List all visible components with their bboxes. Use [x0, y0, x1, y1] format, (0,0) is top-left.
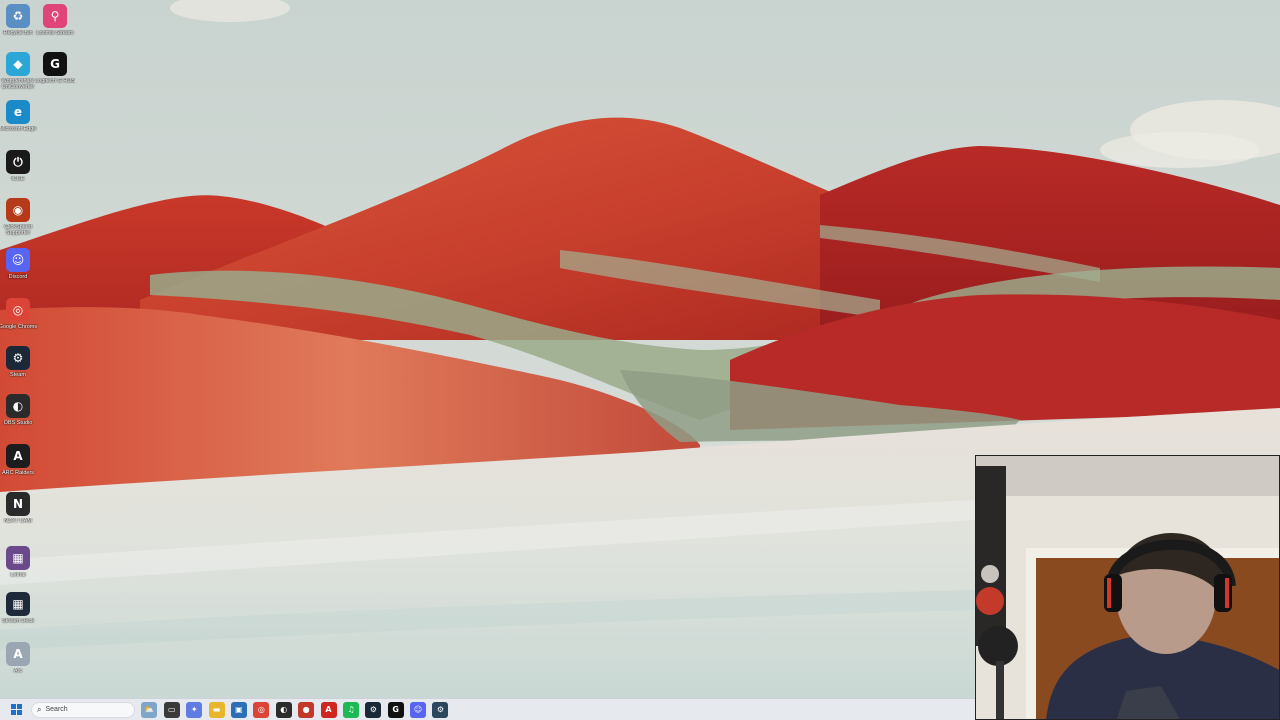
arc-raiders-icon: A [6, 444, 30, 468]
game-icon: ▦ [6, 546, 30, 570]
desktop-shortcut-label: Recycle Bin [3, 30, 33, 36]
desktop-shortcut[interactable]: ▦ Stream Deck [0, 592, 36, 624]
clickspeed-icon: ◉ [6, 198, 30, 222]
adobe-icon[interactable]: A [320, 701, 337, 718]
spotify-icon[interactable]: ♫ [342, 701, 359, 718]
desktop-shortcut-label: Discord [8, 274, 28, 280]
webcam-feed [976, 456, 1279, 719]
discord-icon[interactable]: ☺ [410, 701, 427, 718]
desktop-shortcut[interactable]: ⏻ iCUE [0, 150, 36, 182]
desktop-shortcut[interactable]: ◆ Wondershare UniConverter [0, 52, 36, 91]
desktop-shortcut-label: Logitech G HUB [35, 78, 75, 84]
discord-icon: ☺ [6, 248, 30, 272]
desktop-shortcut[interactable]: ⚲ Loomis Stream [36, 4, 74, 36]
wondershare-icon: ◆ [6, 52, 30, 76]
steam-icon: ⚙ [6, 346, 30, 370]
desktop-shortcut[interactable]: ◎ Google Chrome [0, 298, 38, 330]
desktop-shortcut-label: ARC Raiders [1, 470, 35, 476]
webcam-overlay [975, 455, 1280, 720]
desktop-shortcut[interactable]: A Arc [0, 642, 36, 674]
map-pin-icon: ⚲ [43, 4, 67, 28]
desktop-shortcut[interactable]: ◉ ClickSpeed Supporter [0, 198, 36, 237]
edge-icon: e [6, 100, 30, 124]
desktop-shortcut-label: OBS Studio [3, 420, 33, 426]
taskbar-apps: ⛅ ▭ ✦ ▬ ▣ ◎ ◐ ● A ♫ ⚙ G ☺ ⚙ [135, 701, 449, 718]
desktop-shortcut[interactable]: ◐ OBS Studio [0, 394, 36, 426]
font-a-icon: A [6, 642, 30, 666]
icue-icon: ⏻ [6, 150, 30, 174]
desktop-shortcut[interactable]: e Microsoft Edge [0, 100, 36, 132]
desktop-shortcut[interactable]: ▦ Lethal [0, 546, 36, 578]
desktop-shortcut-label: Loomis Stream [36, 30, 74, 36]
store-icon[interactable]: ▣ [230, 701, 247, 718]
start-button[interactable] [5, 699, 27, 720]
steam-2-icon[interactable]: ⚙ [432, 701, 449, 718]
obs-icon: ◐ [6, 394, 30, 418]
desktop-shortcut[interactable]: ☺ Discord [0, 248, 36, 280]
chrome-icon: ◎ [6, 298, 30, 322]
nzxt-icon: N [6, 492, 30, 516]
desktop-shortcut[interactable]: A ARC Raiders [0, 444, 36, 476]
desktop-shortcut-label: Lethal [10, 572, 26, 578]
obs-icon[interactable]: ◐ [275, 701, 292, 718]
desktop-shortcut-label: Microsoft Edge [0, 126, 37, 132]
logitech-g-icon[interactable]: G [387, 701, 404, 718]
recycle-bin-icon: ♻ [6, 4, 30, 28]
copilot-icon[interactable]: ✦ [186, 701, 203, 718]
chrome-icon[interactable]: ◎ [253, 701, 270, 718]
desktop-shortcut-label: Steam [10, 372, 26, 378]
taskbar-search-box[interactable]: ⌕ Search [31, 701, 135, 718]
desktop-shortcut-label: NZXT CAM [3, 518, 32, 524]
task-view-icon[interactable]: ▭ [163, 701, 180, 718]
desktop-shortcut-label: Wondershare UniConverter [1, 78, 35, 91]
desktop-shortcut[interactable]: G Logitech G HUB [35, 52, 75, 84]
search-icon: ⌕ [37, 704, 42, 714]
desktop-shortcut-label: Google Chrome [0, 324, 38, 330]
desktop-shortcut[interactable]: ⚙ Steam [0, 346, 36, 378]
desktop-shortcut-label: Arc [13, 668, 23, 674]
desktop-shortcut-label: ClickSpeed Supporter [4, 224, 32, 237]
desktop-shortcut-label: iCUE [11, 176, 25, 182]
windows-logo-icon [10, 704, 22, 715]
file-explorer-icon[interactable]: ▬ [208, 701, 225, 718]
desktop-shortcut[interactable]: ♻ Recycle Bin [0, 4, 36, 36]
steam-icon[interactable]: ⚙ [365, 701, 382, 718]
desktop-shortcut-label: Stream Deck [2, 618, 34, 624]
widgets-icon[interactable]: ⛅ [141, 701, 158, 718]
taskbar: ⌕ Search ⛅ ▭ ✦ ▬ ▣ ◎ ◐ ● A ♫ ⚙ G ☺ ⚙ [0, 698, 975, 720]
stream-deck-icon: ▦ [6, 592, 30, 616]
app-red-icon[interactable]: ● [298, 701, 315, 718]
logitech-g-icon: G [43, 52, 67, 76]
search-placeholder: Search [45, 706, 68, 713]
desktop-shortcut[interactable]: N NZXT CAM [0, 492, 36, 524]
